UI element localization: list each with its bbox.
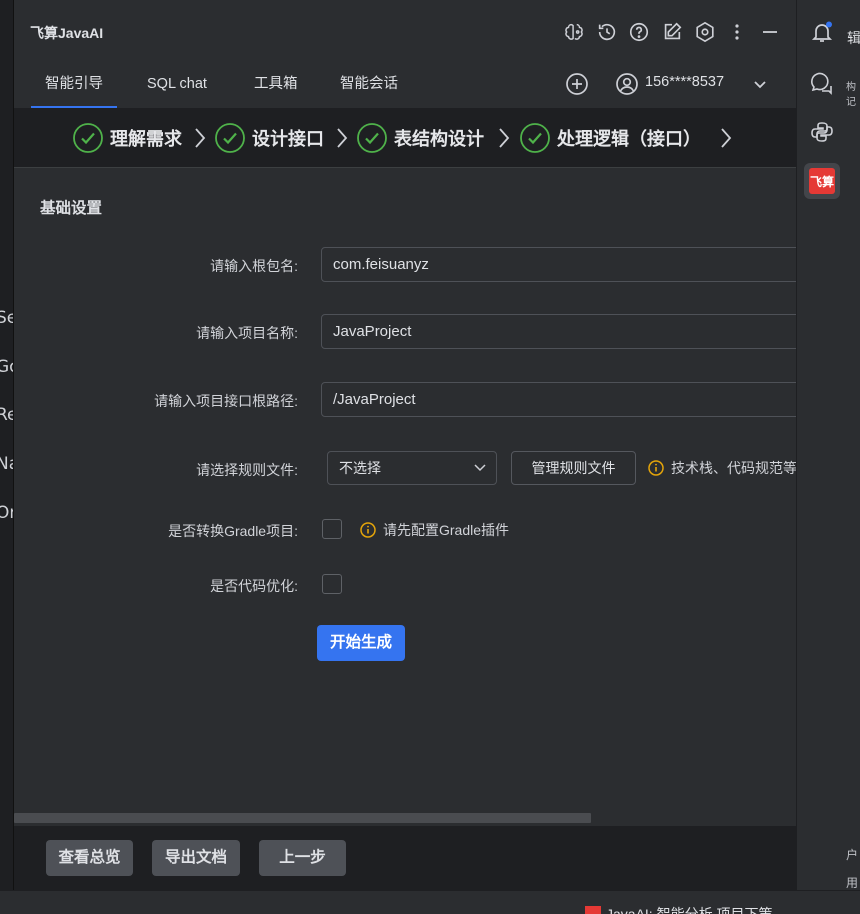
export-docs-button[interactable]: 导出文档 xyxy=(152,840,240,876)
chevron-right-icon[interactable] xyxy=(718,126,734,150)
info-icon xyxy=(360,522,376,538)
rule-file-hint-text: 技术栈、代码规范等 xyxy=(671,460,797,476)
step-progress: 理解需求 设计接口 表结构设计 处理逻辑（接口） xyxy=(14,108,796,168)
editor-fragment: Or xyxy=(0,503,13,523)
optimize-label: 是否代码优化: xyxy=(210,578,298,594)
right-tool-strip: 飞算 xyxy=(796,0,843,890)
check-circle-icon xyxy=(215,123,245,153)
editor-left-strip: Se Go Re Na Or xyxy=(0,0,14,890)
editor-fragment: Re xyxy=(0,405,13,425)
chevron-right-icon xyxy=(195,128,206,148)
chevron-right-icon xyxy=(337,128,348,148)
right-fragment: 构记 xyxy=(846,82,856,108)
help-icon[interactable] xyxy=(627,20,651,44)
user-phone[interactable]: 156****8537 xyxy=(645,74,724,90)
rule-file-select[interactable]: 不选择 xyxy=(327,451,497,485)
ide-window: Se Go Re Na Or 飞算JavaAI xyxy=(0,0,860,914)
right-fragment: 用户 xyxy=(846,876,859,890)
brain-icon[interactable] xyxy=(562,20,586,44)
project-name-label: 请输入项目名称: xyxy=(196,325,298,341)
step-design-api[interactable]: 设计接口 xyxy=(214,122,324,154)
far-right-panel: 辑 构记 户 用户 xyxy=(843,0,860,890)
horizontal-scrollbar-thumb[interactable] xyxy=(14,813,591,823)
feisuan-tool-button[interactable]: 飞算 xyxy=(804,163,840,199)
gradle-checkbox[interactable] xyxy=(322,519,342,539)
rule-file-hint: 技术栈、代码规范等 xyxy=(648,458,797,478)
tab-smart-chat[interactable]: 智能会话 xyxy=(340,60,398,108)
step-label: 理解需求 xyxy=(110,129,182,149)
chevron-down-icon xyxy=(474,464,486,472)
gradle-hint: 请先配置Gradle插件 xyxy=(360,520,509,540)
step-label: 表结构设计 xyxy=(394,129,484,149)
previous-step-button[interactable]: 上一步 xyxy=(259,840,346,876)
rule-file-label: 请选择规则文件: xyxy=(196,462,298,478)
settings-icon[interactable] xyxy=(693,20,717,44)
add-icon[interactable] xyxy=(564,71,590,97)
step-process-logic[interactable]: 处理逻辑（接口） xyxy=(519,122,701,154)
root-package-input[interactable]: com.feisuanyz xyxy=(321,247,801,282)
tab-sql-chat[interactable]: SQL chat xyxy=(147,60,207,108)
tab-smart-guide[interactable]: 智能引导 xyxy=(31,60,117,108)
editor-fragment: Go xyxy=(0,357,13,377)
chevron-right-icon xyxy=(499,128,510,148)
right-fragment: 辑 xyxy=(847,30,860,46)
check-circle-icon xyxy=(357,123,387,153)
editor-fragment: Na xyxy=(0,454,13,474)
history-icon[interactable] xyxy=(595,20,619,44)
step-table-design[interactable]: 表结构设计 xyxy=(356,122,484,154)
rule-file-selected: 不选择 xyxy=(339,460,381,476)
minimize-icon[interactable] xyxy=(758,20,782,44)
root-package-label: 请输入根包名: xyxy=(210,258,298,274)
check-circle-icon xyxy=(73,123,103,153)
python-icon[interactable] xyxy=(809,119,835,145)
api-root-path-label: 请输入项目接口根路径: xyxy=(154,393,298,409)
editor-fragment: Se xyxy=(0,308,13,328)
check-circle-icon xyxy=(520,123,550,153)
manage-rules-button[interactable]: 管理规则文件 xyxy=(511,451,636,485)
status-text: JavaAI: 智能分析 项目下策 xyxy=(606,906,773,914)
info-icon xyxy=(648,460,664,476)
chevron-down-icon[interactable] xyxy=(747,71,773,97)
step-label: 处理逻辑（接口） xyxy=(557,129,701,149)
optimize-checkbox[interactable] xyxy=(322,574,342,594)
tab-toolbox[interactable]: 工具箱 xyxy=(254,60,298,108)
more-options-icon[interactable] xyxy=(725,20,749,44)
right-fragment: 户 xyxy=(846,848,859,862)
ai-chat-icon[interactable] xyxy=(809,70,835,96)
start-generate-button[interactable]: 开始生成 xyxy=(317,625,405,661)
section-title: 基础设置 xyxy=(40,200,103,217)
api-root-path-input[interactable]: /JavaProject xyxy=(321,382,801,417)
notifications-icon[interactable] xyxy=(809,19,835,45)
feisuan-logo: 飞算 xyxy=(809,168,835,194)
javaai-status-icon xyxy=(585,906,601,914)
project-name-input[interactable]: JavaProject xyxy=(321,314,801,349)
gradle-label: 是否转换Gradle项目: xyxy=(168,523,298,539)
panel-titlebar: 飞算JavaAI xyxy=(14,0,796,60)
edit-icon[interactable] xyxy=(660,20,684,44)
app-title: 飞算JavaAI xyxy=(30,25,104,41)
view-overview-button[interactable]: 查看总览 xyxy=(46,840,133,876)
user-avatar-icon[interactable] xyxy=(614,71,640,97)
step-understand-requirements[interactable]: 理解需求 xyxy=(72,122,182,154)
javaai-panel: 飞算JavaAI 智能引导 SQL chat 工具箱 智能会话 156****8… xyxy=(14,0,801,890)
gradle-hint-text: 请先配置Gradle插件 xyxy=(383,522,510,538)
step-label: 设计接口 xyxy=(252,129,324,149)
